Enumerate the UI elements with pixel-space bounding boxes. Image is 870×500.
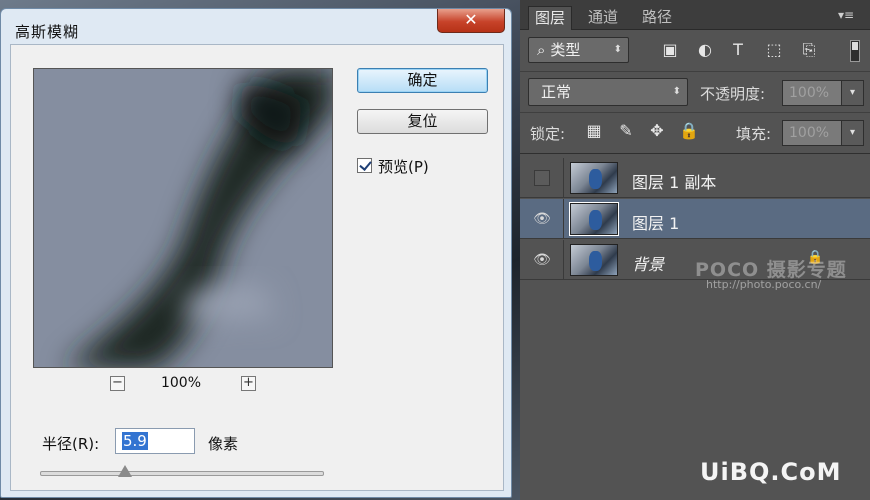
- fill-input[interactable]: 100% ▾: [782, 120, 864, 146]
- close-button[interactable]: ✕: [437, 9, 505, 33]
- uibq-watermark: UiBQ.CoM: [700, 458, 842, 486]
- eye-icon[interactable]: 👁: [532, 210, 552, 228]
- layer-name[interactable]: 背景: [632, 251, 664, 275]
- lock-transparent-pixels-icon[interactable]: ▦: [583, 120, 605, 142]
- image-filter-icon[interactable]: ▣: [660, 40, 680, 60]
- opacity-input[interactable]: 100% ▾: [782, 80, 864, 106]
- divider: [563, 240, 564, 280]
- eye-icon[interactable]: 👁: [532, 251, 552, 269]
- preview-checkbox-label[interactable]: 预览(P): [378, 156, 429, 177]
- gaussian-blur-dialog: 高斯模糊 ✕ − 100% + 确定 复位 预览(P) 半径(R): 5.9 像…: [0, 8, 512, 498]
- layer-row-layer-1-copy[interactable]: 图层 1 副本: [520, 158, 870, 198]
- adjustment-filter-icon[interactable]: ◐: [695, 40, 715, 60]
- smart-object-filter-icon[interactable]: ⎘: [799, 40, 819, 60]
- opacity-label: 不透明度:: [700, 85, 766, 103]
- type-filter-icon[interactable]: T: [728, 40, 748, 60]
- divider: [520, 71, 870, 72]
- panel-tab-bar: 图层 通道 路径 ▾≡: [520, 0, 870, 30]
- blur-preview-window[interactable]: [33, 68, 333, 368]
- filter-kind-label: 类型: [550, 41, 581, 59]
- reset-button[interactable]: 复位: [357, 109, 488, 134]
- fill-value: 100%: [789, 125, 830, 141]
- divider: [520, 153, 870, 154]
- radius-value: 5.9: [122, 432, 148, 450]
- blend-mode-value: 正常: [541, 83, 572, 101]
- radius-label: 半径(R):: [42, 435, 100, 453]
- divider: [520, 112, 870, 113]
- layer-name[interactable]: 图层 1 副本: [632, 169, 716, 193]
- preview-checkbox[interactable]: [357, 158, 372, 173]
- lock-position-icon[interactable]: ✥: [646, 120, 668, 142]
- layer-thumbnail: [570, 244, 618, 276]
- blend-mode-select[interactable]: 正常 ⬍: [528, 78, 688, 106]
- chevron-updown-icon: ⬍: [613, 44, 622, 55]
- lock-all-icon[interactable]: 🔒: [678, 120, 700, 142]
- chevron-updown-icon: ⬍: [672, 86, 681, 97]
- zoom-level-text: 100%: [160, 375, 202, 391]
- dialog-title: 高斯模糊: [15, 23, 80, 41]
- radius-slider-track[interactable]: [40, 471, 324, 476]
- radius-input[interactable]: 5.9: [115, 428, 195, 454]
- fill-label: 填充:: [736, 125, 772, 143]
- shape-filter-icon[interactable]: ⬚: [764, 40, 784, 60]
- opacity-value: 100%: [789, 85, 830, 101]
- layer-filter-kind-select[interactable]: ⌕ 类型 ⬍: [528, 37, 629, 63]
- layer-name[interactable]: 图层 1: [632, 210, 679, 234]
- chevron-down-icon[interactable]: ▾: [841, 121, 863, 145]
- dialog-body: − 100% + 确定 复位 预览(P) 半径(R): 5.9 像素: [10, 44, 504, 491]
- radius-unit-label: 像素: [208, 435, 239, 453]
- tab-channels[interactable]: 通道: [582, 6, 624, 30]
- lock-image-pixels-icon[interactable]: ✎: [615, 120, 637, 142]
- panel-menu-icon[interactable]: ▾≡: [838, 8, 854, 22]
- divider: [563, 199, 564, 239]
- preview-image: [34, 69, 332, 367]
- zoom-out-button[interactable]: −: [110, 376, 125, 391]
- chevron-down-icon[interactable]: ▾: [841, 81, 863, 105]
- zoom-in-button[interactable]: +: [241, 376, 256, 391]
- radius-slider-thumb[interactable]: [118, 465, 133, 477]
- layer-thumbnail: [569, 202, 619, 236]
- layer-row-layer-1[interactable]: 👁 图层 1: [520, 199, 870, 239]
- poco-watermark-url: http://photo.poco.cn/: [706, 278, 822, 291]
- layers-panel: 图层 通道 路径 ▾≡ ⌕ 类型 ⬍ ▣ ◐ T ⬚ ⎘ 正常 ⬍ 不透明度: 1…: [520, 0, 870, 500]
- divider: [563, 158, 564, 198]
- filter-toggle-switch[interactable]: [850, 40, 860, 62]
- tab-layers[interactable]: 图层: [528, 6, 573, 30]
- search-icon: ⌕: [537, 41, 546, 59]
- tab-paths[interactable]: 路径: [636, 6, 678, 30]
- lock-label: 锁定:: [530, 125, 566, 143]
- layer-thumbnail: [570, 162, 618, 194]
- ok-button[interactable]: 确定: [357, 68, 488, 93]
- visibility-toggle-off[interactable]: [534, 170, 550, 186]
